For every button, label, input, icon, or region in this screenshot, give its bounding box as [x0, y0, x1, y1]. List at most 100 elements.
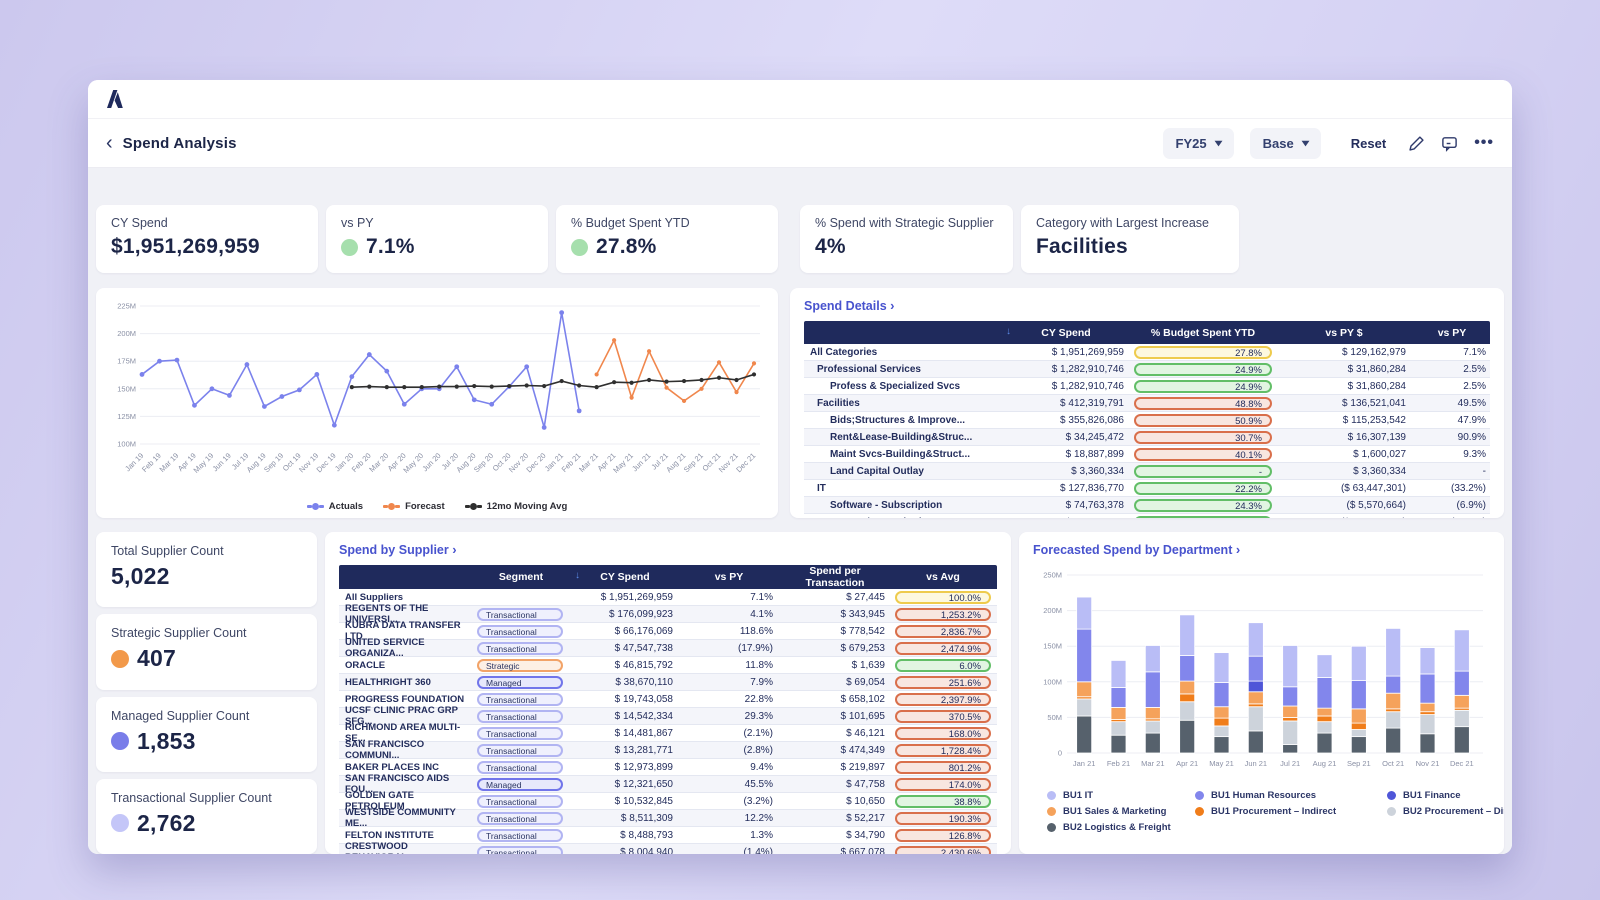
forecasted-spend-link[interactable]: Forecasted Spend by Department ›: [1033, 542, 1490, 557]
table-row[interactable]: Profess & Specialized Svcs$ 1,282,910,74…: [804, 378, 1490, 395]
vs-py-value: 118.6%: [679, 623, 779, 639]
table-row[interactable]: Software - Subscription$ 74,763,37824.3%…: [804, 497, 1490, 514]
vs-avg-pill: 370.5%: [895, 710, 991, 723]
segment-cell: Strategic: [471, 657, 571, 673]
vs-py-value: 1.3%: [679, 827, 779, 843]
segment-pill: Transactional: [477, 795, 563, 808]
column-header-label: vs PY: [715, 571, 744, 583]
sort-descending-icon[interactable]: ↓: [575, 570, 580, 581]
segment-cell: Transactional: [471, 827, 571, 843]
table-row[interactable]: Bids;Structures & Improve...$ 355,826,08…: [804, 412, 1490, 429]
table-row[interactable]: All Categories$ 1,951,269,959 27.8% $ 129,…: [804, 344, 1490, 361]
supplier-count-value: 2,762: [137, 810, 196, 837]
kpi-label: % Budget Spent YTD: [571, 216, 763, 230]
vs-py-value: 49.5%: [1412, 395, 1492, 411]
supplier-count-value-row: 407: [111, 645, 302, 672]
svg-text:Dec 21: Dec 21: [1450, 759, 1474, 768]
vs-py-value: 7.1%: [679, 589, 779, 605]
table-row[interactable]: Rent&Lease-Building&Struc...$ 34,245,472…: [804, 429, 1490, 446]
column-header[interactable]: ↓CY Spend: [571, 571, 679, 583]
more-options-icon[interactable]: •••: [1474, 134, 1494, 152]
svg-text:Nov 21: Nov 21: [1416, 759, 1440, 768]
category-name: All Categories: [804, 344, 1002, 360]
supplier-name: WESTSIDE COMMUNITY ME...: [339, 810, 471, 826]
budget-pct-pill: 27.8%: [1134, 346, 1272, 359]
legend-swatch-icon: [1047, 791, 1056, 800]
category-name: Bids;Structures & Improve...: [804, 412, 1002, 428]
segment-cell: Transactional: [471, 725, 571, 741]
table-row[interactable]: IT$ 127,836,77022.2%($ 63,447,301)(33.2%…: [804, 480, 1490, 497]
back-button[interactable]: ‹: [106, 133, 113, 153]
vs-py-value: 11.8%: [679, 657, 779, 673]
vs-py-value: (3.2%): [679, 793, 779, 809]
svg-text:May 21: May 21: [611, 451, 635, 475]
chevron-down-icon: ▾: [1302, 138, 1309, 149]
segment-pill: Transactional: [477, 625, 563, 638]
vs-py-value: -: [1412, 463, 1492, 479]
segment-cell: Transactional: [471, 691, 571, 707]
table-row[interactable]: WESTSIDE COMMUNITY ME...Transactional$ 8…: [339, 810, 997, 827]
vs-py-usd-value: $ 3,360,334: [1276, 463, 1412, 479]
vs-py-value: 47.9%: [1412, 412, 1492, 428]
table-row[interactable]: Maint Svcs-Building&Struct...$ 18,887,89…: [804, 446, 1490, 463]
spend-per-transaction-value: $ 101,695: [779, 708, 891, 724]
table-row[interactable]: Professional Services$ 1,282,910,74624.9…: [804, 361, 1490, 378]
table-row[interactable]: SAN FRANCISCO COMMUNI...Transactional$ 1…: [339, 742, 997, 759]
spend-by-supplier-table: Segment↓CY Spend vs PY Spend per Transacti…: [339, 565, 997, 854]
column-header[interactable]: Spend per Transaction: [779, 565, 891, 589]
svg-text:Mar 21: Mar 21: [577, 451, 600, 474]
column-header-label: CY Spend: [1041, 327, 1090, 339]
svg-text:Feb 21: Feb 21: [1107, 759, 1130, 768]
column-header[interactable]: vs PY: [679, 571, 779, 583]
legend-item: BU1 Finance: [1387, 790, 1504, 801]
fiscal-year-selector[interactable]: FY25 ▾: [1163, 128, 1234, 159]
vs-avg-cell: 100.0%: [891, 589, 995, 605]
supplier-count-value: 5,022: [111, 563, 170, 590]
column-header[interactable]: vs PY $: [1276, 327, 1412, 339]
table-row[interactable]: UNITED SERVICE ORGANIZA...Transactional$…: [339, 640, 997, 657]
vs-avg-cell: 190.3%: [891, 810, 995, 826]
svg-text:Jul 21: Jul 21: [1280, 759, 1300, 768]
segment-dot-icon: [111, 814, 129, 832]
legend-item: 12mo Moving Avg: [465, 501, 568, 512]
vs-avg-cell: 2,397.9%: [891, 691, 995, 707]
spend-by-supplier-link[interactable]: Spend by Supplier ›: [339, 542, 997, 557]
segment-cell: [471, 589, 571, 605]
spend-per-transaction-value: $ 667,078: [779, 844, 891, 854]
vs-py-usd-value: $ 129,162,979: [1276, 344, 1412, 360]
category-name: Software - Subscription: [804, 497, 1002, 513]
column-header[interactable]: vs PY: [1412, 327, 1492, 339]
table-row[interactable]: Facilities$ 412,319,79148.8%$ 136,521,04…: [804, 395, 1490, 412]
svg-text:250M: 250M: [1043, 571, 1062, 580]
table-row[interactable]: HEALTHRIGHT 360Managed$ 38,670,1107.9%$ …: [339, 674, 997, 691]
cy-spend-value: $ 19,743,058: [571, 691, 679, 707]
svg-text:Mar 20: Mar 20: [367, 451, 390, 474]
table-row[interactable]: CRESTWOOD BEHAVIORAL ...Transactional$ 8…: [339, 844, 997, 854]
comment-icon[interactable]: [1441, 135, 1458, 152]
edit-pencil-icon[interactable]: [1408, 135, 1425, 152]
vs-py-usd-value: ($ 29,617,376): [1276, 514, 1412, 518]
cy-spend-value: $ 10,532,845: [571, 793, 679, 809]
bottom-row: Total Supplier Count5,022Strategic Suppl…: [96, 532, 1504, 854]
cy-spend-value: $ 1,951,269,959: [1002, 344, 1130, 360]
column-header[interactable]: ↓ CY Spend: [1002, 327, 1130, 339]
table-row[interactable]: Land Capital Outlay$ 3,360,334-$ 3,360,3…: [804, 463, 1490, 480]
spend-per-transaction-value: $ 778,542: [779, 623, 891, 639]
reset-button[interactable]: Reset: [1351, 136, 1386, 151]
version-selector[interactable]: Base ▾: [1250, 128, 1321, 159]
sort-descending-icon[interactable]: ↓: [1006, 326, 1011, 337]
segment-cell: Managed: [471, 776, 571, 792]
legend-marker-icon: [383, 503, 400, 510]
legend-label: BU1 IT: [1063, 790, 1093, 801]
table-row[interactable]: ORACLEStrategic$ 46,815,79211.8%$ 1,6396…: [339, 657, 997, 674]
column-header[interactable]: % Budget Spent YTD: [1130, 327, 1276, 339]
segment-pill: Strategic: [477, 659, 563, 672]
vs-avg-cell: 6.0%: [891, 657, 995, 673]
table-row[interactable]: Comms/Network Charges$ 25,267,53218.3%($…: [804, 514, 1490, 518]
column-header[interactable]: vs Avg: [891, 571, 995, 583]
supplier-name: ORACLE: [339, 657, 471, 673]
column-header[interactable]: Segment: [471, 571, 571, 583]
budget-pct-cell: 30.7%: [1130, 429, 1276, 445]
spend-details-link[interactable]: Spend Details ›: [804, 298, 1490, 313]
cy-spend-value: $ 8,511,309: [571, 810, 679, 826]
